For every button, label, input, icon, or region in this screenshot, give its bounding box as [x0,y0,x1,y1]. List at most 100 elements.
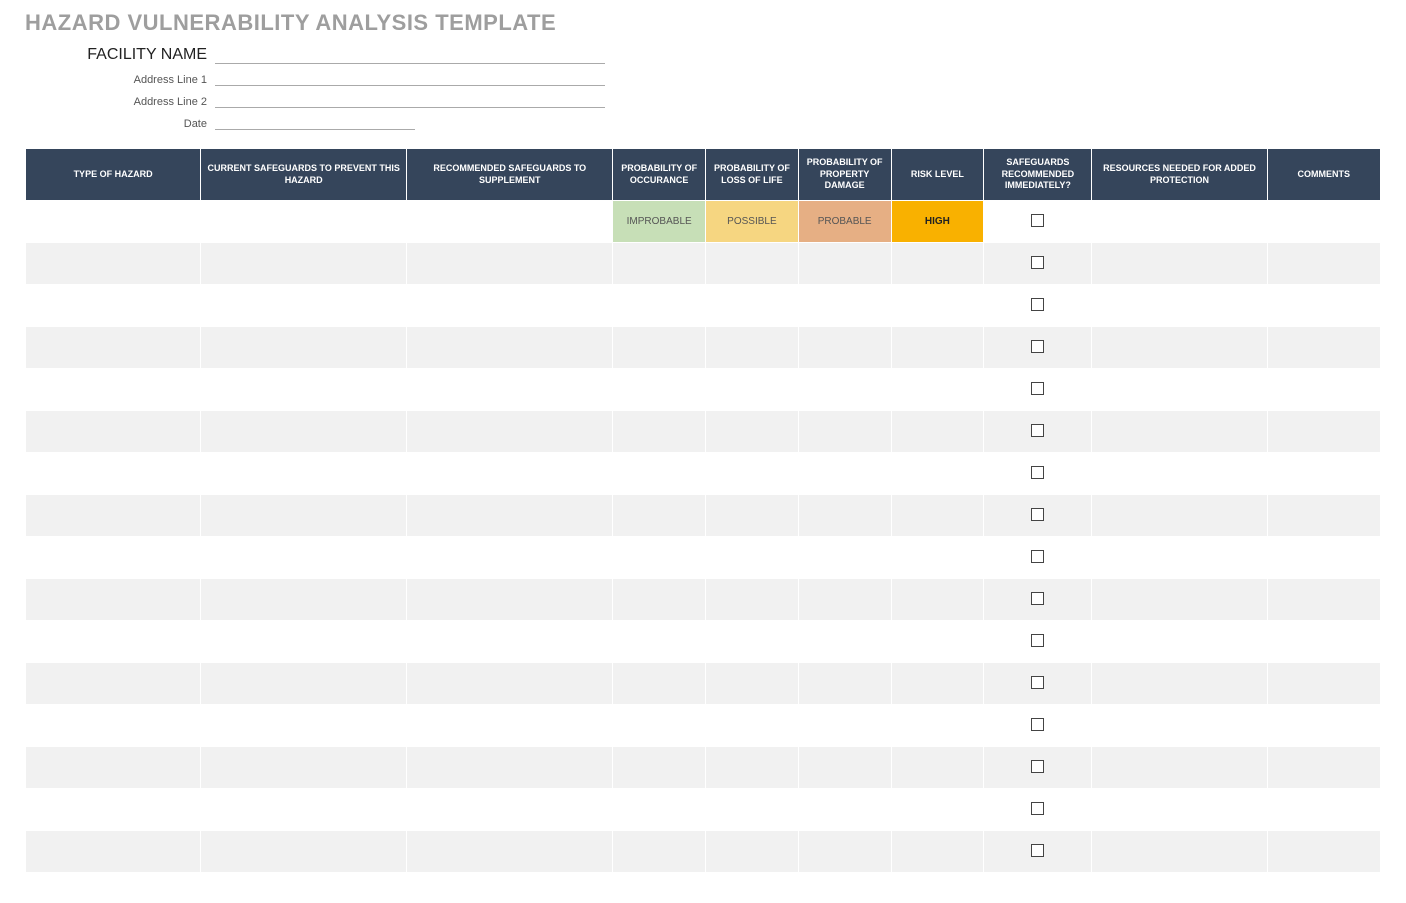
checkbox-icon[interactable] [1031,298,1044,311]
cell-type[interactable] [26,243,201,285]
cell-risk[interactable] [891,831,984,873]
cell-safeguard-checkbox[interactable] [984,747,1092,789]
checkbox-icon[interactable] [1031,424,1044,437]
cell-resources[interactable] [1092,705,1267,747]
checkbox-icon[interactable] [1031,844,1044,857]
cell-comments[interactable] [1267,327,1380,369]
cell-current[interactable] [201,411,407,453]
cell-recommended[interactable] [407,327,613,369]
cell-current[interactable] [201,495,407,537]
cell-type[interactable] [26,201,201,243]
cell-safeguard-checkbox[interactable] [984,453,1092,495]
checkbox-icon[interactable] [1031,592,1044,605]
cell-prob-occur[interactable] [613,579,706,621]
cell-prob-damage[interactable] [798,579,891,621]
cell-type[interactable] [26,327,201,369]
cell-recommended[interactable] [407,663,613,705]
cell-safeguard-checkbox[interactable] [984,495,1092,537]
cell-safeguard-checkbox[interactable] [984,621,1092,663]
cell-safeguard-checkbox[interactable] [984,579,1092,621]
address1-input[interactable] [215,68,605,86]
checkbox-icon[interactable] [1031,550,1044,563]
cell-recommended[interactable] [407,243,613,285]
cell-current[interactable] [201,789,407,831]
cell-resources[interactable] [1092,411,1267,453]
cell-current[interactable] [201,831,407,873]
cell-comments[interactable] [1267,705,1380,747]
date-input[interactable] [215,112,415,130]
cell-prob-occur[interactable] [613,327,706,369]
cell-risk[interactable] [891,411,984,453]
cell-safeguard-checkbox[interactable] [984,789,1092,831]
cell-prob-loss[interactable] [706,495,799,537]
checkbox-icon[interactable] [1031,760,1044,773]
cell-type[interactable] [26,705,201,747]
cell-comments[interactable] [1267,663,1380,705]
cell-resources[interactable] [1092,243,1267,285]
cell-prob-occur[interactable] [613,663,706,705]
cell-resources[interactable] [1092,579,1267,621]
cell-recommended[interactable] [407,453,613,495]
cell-risk[interactable] [891,789,984,831]
cell-risk[interactable] [891,243,984,285]
cell-recommended[interactable] [407,831,613,873]
facility-name-input[interactable] [215,46,605,64]
checkbox-icon[interactable] [1031,382,1044,395]
cell-prob-loss[interactable] [706,327,799,369]
cell-prob-occur[interactable] [613,285,706,327]
cell-type[interactable] [26,453,201,495]
cell-comments[interactable] [1267,747,1380,789]
cell-current[interactable] [201,537,407,579]
cell-recommended[interactable] [407,285,613,327]
cell-safeguard-checkbox[interactable] [984,243,1092,285]
cell-comments[interactable] [1267,243,1380,285]
cell-risk[interactable] [891,369,984,411]
cell-prob-loss[interactable]: POSSIBLE [706,201,799,243]
cell-prob-damage[interactable]: PROBABLE [798,201,891,243]
cell-risk[interactable] [891,495,984,537]
cell-type[interactable] [26,789,201,831]
cell-type[interactable] [26,663,201,705]
cell-recommended[interactable] [407,369,613,411]
cell-safeguard-checkbox[interactable] [984,285,1092,327]
cell-prob-occur[interactable] [613,453,706,495]
cell-type[interactable] [26,579,201,621]
cell-prob-damage[interactable] [798,495,891,537]
cell-risk[interactable] [891,537,984,579]
cell-prob-loss[interactable] [706,243,799,285]
cell-prob-loss[interactable] [706,579,799,621]
cell-risk[interactable] [891,747,984,789]
cell-prob-damage[interactable] [798,747,891,789]
cell-resources[interactable] [1092,789,1267,831]
cell-safeguard-checkbox[interactable] [984,705,1092,747]
cell-resources[interactable] [1092,201,1267,243]
cell-recommended[interactable] [407,201,613,243]
cell-current[interactable] [201,705,407,747]
cell-risk[interactable] [891,579,984,621]
cell-current[interactable] [201,285,407,327]
cell-prob-occur[interactable] [613,621,706,663]
cell-prob-occur[interactable] [613,411,706,453]
cell-resources[interactable] [1092,369,1267,411]
checkbox-icon[interactable] [1031,214,1044,227]
cell-type[interactable] [26,831,201,873]
cell-comments[interactable] [1267,831,1380,873]
cell-comments[interactable] [1267,621,1380,663]
cell-recommended[interactable] [407,579,613,621]
cell-prob-damage[interactable] [798,453,891,495]
cell-resources[interactable] [1092,747,1267,789]
cell-type[interactable] [26,369,201,411]
cell-comments[interactable] [1267,579,1380,621]
cell-prob-damage[interactable] [798,243,891,285]
cell-type[interactable] [26,411,201,453]
cell-resources[interactable] [1092,495,1267,537]
cell-current[interactable] [201,621,407,663]
cell-prob-loss[interactable] [706,747,799,789]
cell-comments[interactable] [1267,411,1380,453]
cell-current[interactable] [201,579,407,621]
cell-current[interactable] [201,663,407,705]
cell-prob-loss[interactable] [706,789,799,831]
cell-prob-damage[interactable] [798,831,891,873]
checkbox-icon[interactable] [1031,340,1044,353]
cell-current[interactable] [201,201,407,243]
